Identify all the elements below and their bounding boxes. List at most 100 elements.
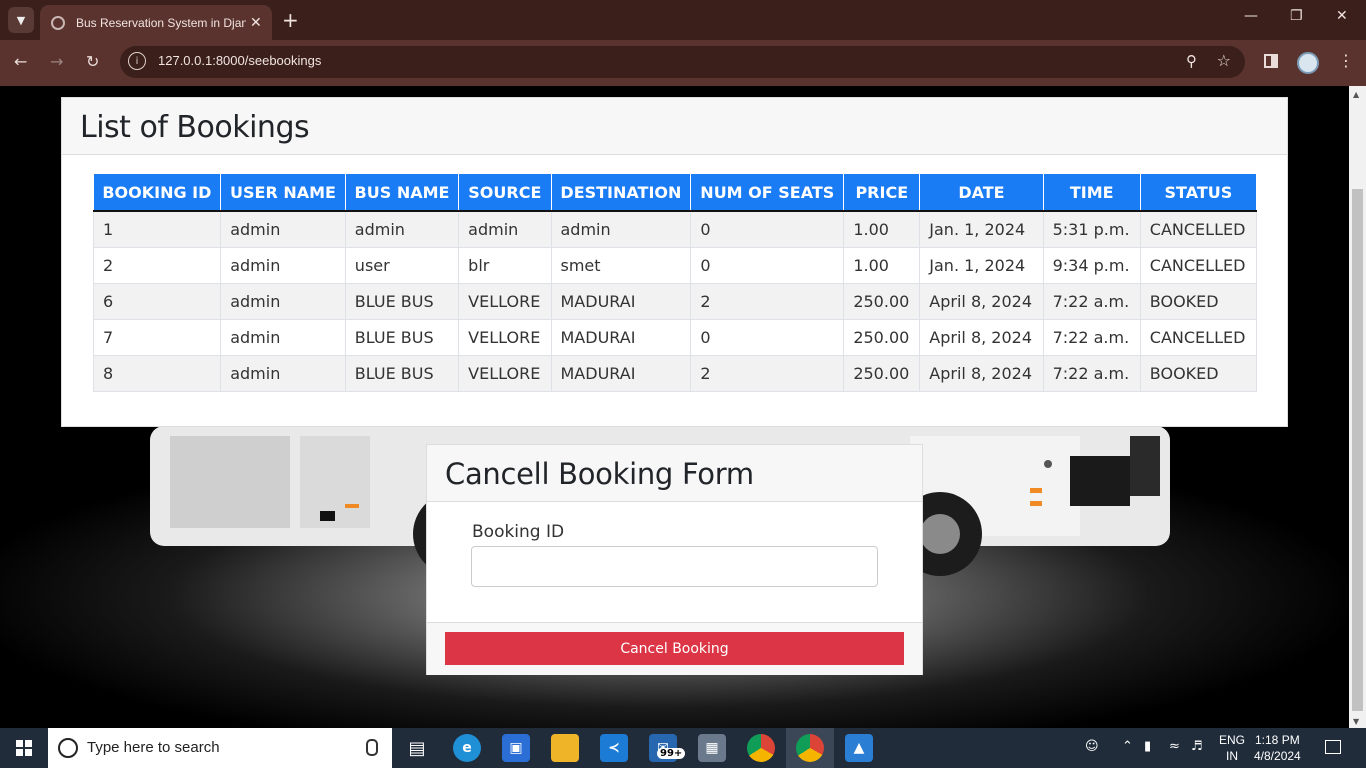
file-explorer-icon[interactable] (551, 734, 579, 762)
zoom-icon[interactable]: ⚲ (1186, 52, 1197, 70)
clock-time: 1:18 PM (1255, 733, 1300, 747)
photos-icon[interactable]: ▲ (845, 734, 873, 762)
table-cell: 1.00 (843, 210, 921, 248)
column-header: DESTINATION (551, 174, 692, 212)
table-cell: 2 (690, 355, 845, 392)
table-cell: BOOKED (1139, 355, 1258, 392)
reload-icon[interactable]: ↻ (86, 52, 99, 71)
column-header: PRICE (843, 174, 921, 212)
table-row: 7 admin BLUE BUS VELLORE MADURAI 0 250.0… (92, 319, 1258, 356)
browser-tab-bar: ▼ Bus Reservation System in Django ✕ + —… (0, 0, 1366, 40)
table-row: 8 admin BLUE BUS VELLORE MADURAI 2 250.0… (92, 355, 1258, 392)
side-panel-icon[interactable] (1264, 54, 1278, 68)
page-scrollbar[interactable]: ▲ ▼ (1349, 86, 1366, 728)
battery-icon[interactable]: ▮ (1144, 739, 1151, 754)
minimize-icon[interactable]: — (1244, 8, 1258, 24)
scrollbar-thumb[interactable] (1352, 189, 1363, 711)
column-header: NUM OF SEATS (690, 174, 845, 212)
restore-icon[interactable]: ❐ (1290, 8, 1303, 24)
table-cell: admin (220, 355, 346, 392)
profile-avatar[interactable] (1297, 52, 1319, 74)
close-icon[interactable]: ✕ (250, 15, 262, 31)
page-viewport: List of Bookings BOOKING ID USER NAME BU… (0, 86, 1349, 728)
mail-badge: 99+ (657, 748, 686, 759)
column-header: TIME (1043, 174, 1141, 212)
chrome-active-icon[interactable] (796, 734, 824, 762)
table-cell: 7:22 a.m. (1042, 319, 1141, 356)
cancel-booking-button[interactable]: Cancel Booking (445, 632, 904, 665)
windows-taskbar: Type here to search ▤ e ▣ ≺ ✉ 99+ ▦ ▲ ☺ … (0, 728, 1366, 768)
scroll-down-icon[interactable]: ▼ (1353, 717, 1359, 726)
more-menu-icon[interactable]: ⋮ (1338, 51, 1354, 70)
cancel-card-header: Cancell Booking Form (427, 445, 922, 502)
table-cell: BLUE BUS (344, 283, 460, 320)
table-cell: CANCELLED (1139, 247, 1258, 284)
star-icon[interactable]: ☆ (1217, 51, 1231, 70)
back-icon[interactable]: ← (14, 52, 27, 71)
table-cell: 0 (690, 319, 845, 356)
wifi-icon[interactable]: ≈ (1169, 739, 1180, 754)
scroll-up-icon[interactable]: ▲ (1353, 90, 1359, 99)
table-row: 6 admin BLUE BUS VELLORE MADURAI 2 250.0… (92, 283, 1258, 320)
task-view-icon[interactable]: ▤ (403, 734, 431, 762)
table-cell: 7 (92, 319, 222, 356)
booking-id-label: Booking ID (472, 522, 565, 542)
microphone-icon[interactable] (366, 739, 378, 756)
chevron-up-icon[interactable]: ⌃ (1122, 739, 1133, 754)
browser-tab[interactable]: Bus Reservation System in Django ✕ (40, 5, 272, 40)
language-indicator[interactable]: ENG IN (1219, 732, 1245, 764)
table-cell: blr (458, 247, 552, 284)
table-cell: admin (550, 210, 692, 248)
table-cell: BLUE BUS (344, 319, 460, 356)
table-cell: CANCELLED (1139, 210, 1258, 248)
url-field[interactable]: i 127.0.0.1:8000/seebookings ⚲ ☆ (120, 46, 1245, 78)
column-header: USER NAME (220, 174, 346, 212)
column-header: DATE (919, 174, 1044, 212)
store-icon[interactable]: ▣ (502, 734, 530, 762)
page-title: List of Bookings (80, 110, 310, 145)
bookings-card-header: List of Bookings (62, 98, 1287, 155)
chrome-icon[interactable] (747, 734, 775, 762)
table-header-row: BOOKING ID USER NAME BUS NAME SOURCE DES… (93, 174, 1258, 212)
taskbar-search[interactable]: Type here to search (48, 728, 392, 768)
chevron-down-icon[interactable]: ▼ (8, 7, 34, 33)
cortana-icon (58, 738, 78, 758)
system-clock[interactable]: 1:18 PM 4/8/2024 (1254, 732, 1301, 764)
table-cell: admin (458, 210, 552, 248)
calculator-icon[interactable]: ▦ (698, 734, 726, 762)
url-text[interactable]: 127.0.0.1:8000/seebookings (158, 53, 321, 68)
table-cell: VELLORE (458, 355, 552, 392)
booking-id-input[interactable] (471, 546, 878, 587)
close-window-icon[interactable]: ✕ (1336, 8, 1348, 24)
column-header: SOURCE (458, 174, 552, 212)
table-cell: April 8, 2024 (919, 355, 1044, 392)
table-cell: admin (344, 210, 460, 248)
column-header: STATUS (1140, 174, 1258, 212)
cancel-card-footer: Cancel Booking (427, 622, 922, 675)
table-cell: admin (220, 283, 346, 320)
windows-start-icon[interactable] (16, 740, 32, 756)
table-cell: April 8, 2024 (919, 319, 1044, 356)
volume-icon[interactable]: ♬ (1191, 739, 1203, 754)
plus-icon[interactable]: + (282, 8, 299, 32)
table-cell: MADURAI (550, 355, 692, 392)
people-icon[interactable]: ☺ (1085, 739, 1099, 754)
info-icon[interactable]: i (128, 52, 146, 70)
table-cell: 0 (690, 247, 845, 284)
bookings-table: BOOKING ID USER NAME BUS NAME SOURCE DES… (92, 174, 1258, 392)
region-code: IN (1226, 749, 1238, 763)
address-bar: ← → ↻ i 127.0.0.1:8000/seebookings ⚲ ☆ (0, 40, 1366, 86)
edge-icon[interactable]: e (453, 734, 481, 762)
table-cell: 5:31 p.m. (1042, 210, 1141, 248)
vscode-icon[interactable]: ≺ (600, 734, 628, 762)
clock-date: 4/8/2024 (1254, 749, 1301, 763)
table-cell: 8 (92, 355, 222, 392)
forward-icon[interactable]: → (50, 52, 63, 71)
table-cell: 1 (92, 210, 222, 248)
table-cell: CANCELLED (1139, 319, 1258, 356)
table-row: 1 admin admin admin admin 0 1.00 Jan. 1,… (92, 210, 1258, 248)
notification-icon[interactable] (1325, 740, 1341, 754)
table-cell: 1.00 (843, 247, 921, 284)
table-cell: 250.00 (843, 283, 921, 320)
table-cell: smet (550, 247, 692, 284)
